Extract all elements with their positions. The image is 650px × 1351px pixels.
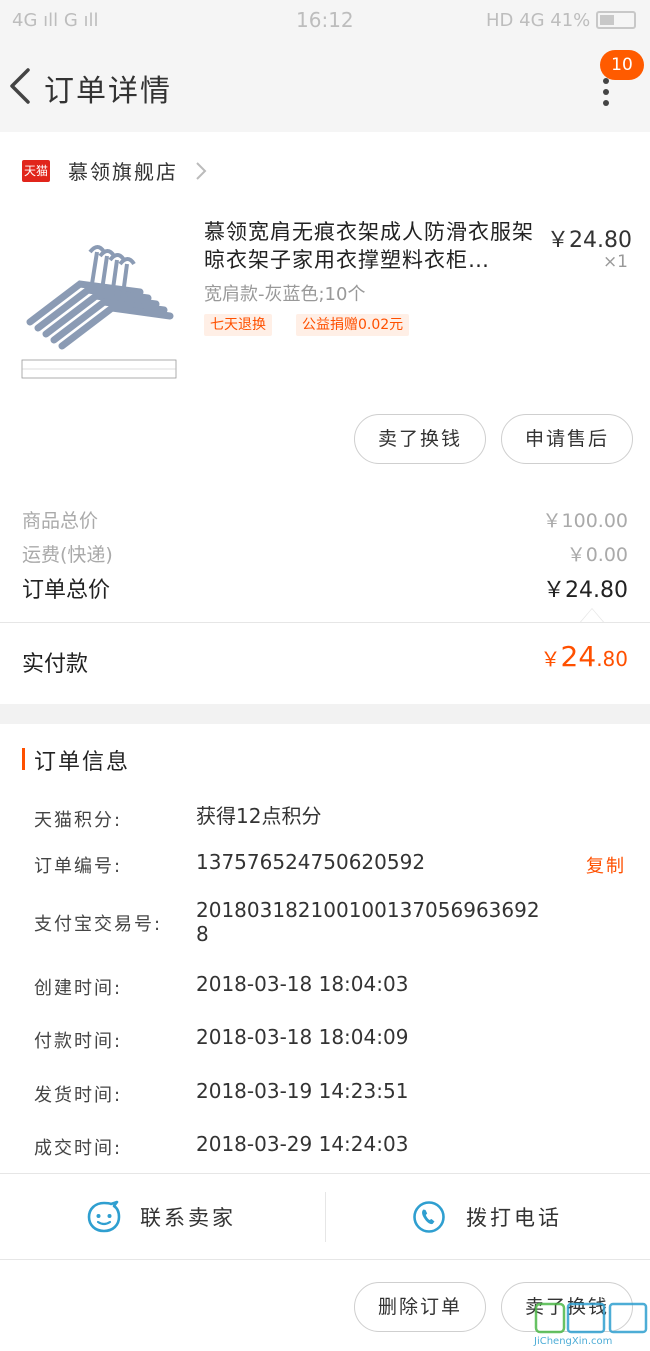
paid-label: 实付款 <box>22 652 89 677</box>
paid-value: ￥24.80 <box>541 640 628 673</box>
paid-decimal: .80 <box>596 647 628 671</box>
section-accent-bar <box>22 748 25 770</box>
call-phone-label: 拨打电话 <box>466 1206 562 1230</box>
chevron-right-icon <box>196 162 207 180</box>
info-value: 获得12点积分 <box>196 804 322 828</box>
status-time: 16:12 <box>296 8 354 32</box>
info-key: 创建时间: <box>34 978 123 999</box>
info-value: 2018-03-18 18:04:09 <box>196 1025 409 1049</box>
divider-pointer <box>580 608 604 622</box>
product-title[interactable]: 慕领宽肩无痕衣架成人防滑衣服架晾衣架子家用衣撑塑料衣柜… <box>204 218 534 274</box>
back-icon[interactable] <box>6 64 36 108</box>
delete-order-button[interactable]: 删除订单 <box>354 1282 486 1332</box>
status-right-text: HD 4G 41% <box>486 10 591 31</box>
status-right: HD 4G 41% <box>486 10 636 31</box>
contact-seller-label: 联系卖家 <box>140 1206 236 1230</box>
paid-row: 实付款 ￥24.80 <box>22 640 628 684</box>
paid-integer: 24 <box>560 640 597 673</box>
watermark-text: JiChengXin.com <box>534 1336 613 1347</box>
shipping-label: 运费(快递) <box>22 544 113 566</box>
shop-row[interactable]: 天猫 慕领旗舰店 <box>0 132 650 208</box>
info-key: 天猫积分: <box>34 810 123 831</box>
chat-bubble-icon <box>87 1200 121 1233</box>
order-product-card: 天猫 慕领旗舰店 慕领宽肩无痕衣架成人防滑衣服架晾衣架子家用衣撑塑料衣柜… ￥2… <box>0 132 650 704</box>
shipping-value: ￥0.00 <box>566 544 628 566</box>
product-quantity: ×1 <box>602 252 628 272</box>
divider <box>0 622 650 623</box>
product-image[interactable] <box>20 232 178 382</box>
after-sale-button[interactable]: 申请售后 <box>501 414 633 464</box>
info-value: 2018-03-29 14:24:03 <box>196 1132 409 1156</box>
contact-seller-button[interactable]: 联系卖家 <box>0 1174 325 1260</box>
order-total-value: ￥24.80 <box>543 578 628 603</box>
signal-indicators: 4G ıll G ıll <box>12 10 99 31</box>
tag-charity: 公益捐赠0.02元 <box>296 314 410 336</box>
site-watermark: JiChengXin.com <box>534 1300 650 1351</box>
info-key: 成交时间: <box>34 1138 123 1159</box>
order-total-label: 订单总价 <box>22 578 111 603</box>
watermark-logo-icon <box>534 1302 648 1334</box>
order-info-card: 订单信息 天猫积分: 获得12点积分 订单编号: 137576524750620… <box>0 724 650 1173</box>
nav-bar: 订单详情 10 <box>0 40 650 132</box>
goods-total-value: ￥100.00 <box>542 510 628 532</box>
goods-total-label: 商品总价 <box>22 510 99 532</box>
product-price: ￥24.80 <box>547 228 632 253</box>
page-title: 订单详情 <box>44 74 172 109</box>
info-key: 订单编号: <box>34 856 123 877</box>
paid-currency: ￥ <box>540 647 561 671</box>
info-key: 支付宝交易号: <box>34 914 163 935</box>
info-value: 2018-03-18 18:04:03 <box>196 972 409 996</box>
status-bar: 4G ıll G ıll 16:12 HD 4G 41% <box>0 0 650 40</box>
contact-bar: 联系卖家 拨打电话 <box>0 1173 650 1259</box>
notification-badge[interactable]: 10 <box>600 50 644 80</box>
copy-button[interactable]: 复制 <box>586 852 626 878</box>
info-value: 2018031821001001370569636928 <box>196 898 540 946</box>
more-options-icon[interactable] <box>598 78 614 106</box>
info-key: 发货时间: <box>34 1085 123 1106</box>
phone-icon <box>413 1201 445 1233</box>
info-value: 2018-03-19 14:23:51 <box>196 1079 409 1103</box>
call-phone-button[interactable]: 拨打电话 <box>326 1174 650 1260</box>
section-title: 订单信息 <box>34 750 131 775</box>
sell-button[interactable]: 卖了换钱 <box>354 414 486 464</box>
battery-icon <box>596 11 636 29</box>
tmall-logo: 天猫 <box>22 160 50 182</box>
info-key: 付款时间: <box>34 1031 123 1052</box>
product-sku: 宽肩款-灰蓝色;10个 <box>204 284 366 305</box>
info-value: 137576524750620592 <box>196 850 426 874</box>
shop-name[interactable]: 慕领旗舰店 <box>68 156 178 185</box>
tag-seven-day-return: 七天退换 <box>204 314 272 336</box>
